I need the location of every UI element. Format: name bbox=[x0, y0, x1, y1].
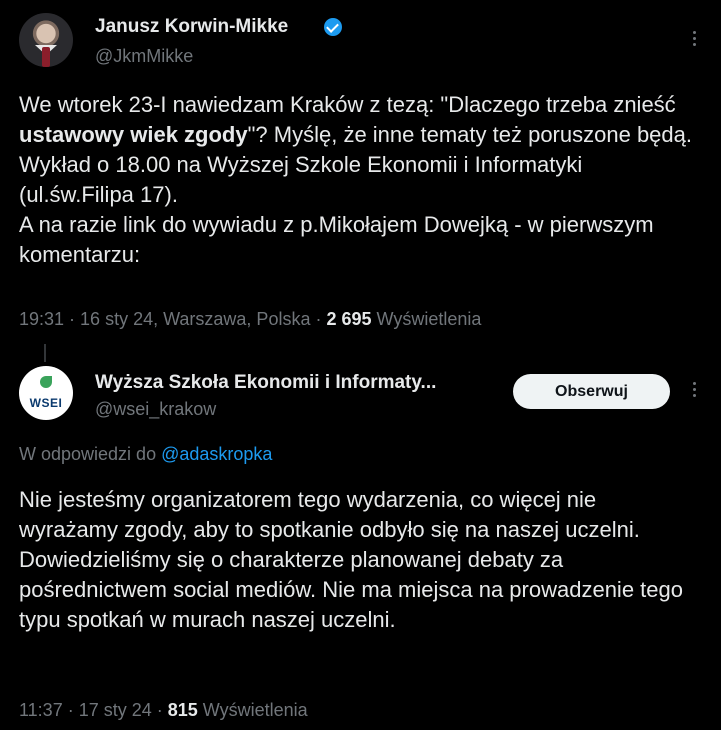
tweet-text: We wtorek 23-I nawiedzam Kraków z tezą: … bbox=[19, 90, 699, 270]
reply-author-name[interactable]: Wyższa Szkoła Ekonomii i Informaty... bbox=[95, 372, 436, 394]
views-count: 2 695 bbox=[326, 309, 372, 329]
tweet-meta: 19:31 · 16 sty 24, Warszawa, Polska · 2 … bbox=[19, 309, 481, 330]
avatar-wsei[interactable]: WSEI bbox=[19, 366, 73, 420]
avatar-tie bbox=[42, 47, 50, 67]
reply-meta: 11:37 · 17 sty 24 · 815 Wyświetlenia bbox=[19, 700, 308, 721]
reply-timestamp[interactable]: 11:37 · 17 sty 24 · bbox=[19, 700, 168, 720]
tweet-text-bold: ustawowy wiek zgody bbox=[19, 122, 248, 147]
verified-badge-icon bbox=[324, 18, 342, 36]
reply-author-handle[interactable]: @wsei_krakow bbox=[95, 399, 216, 420]
author-handle[interactable]: @JkmMikke bbox=[95, 46, 193, 67]
follow-button[interactable]: Obserwuj bbox=[513, 374, 670, 409]
reply-mention-link[interactable]: @adaskropka bbox=[161, 444, 272, 464]
thread-connector bbox=[44, 344, 46, 362]
more-options-icon[interactable] bbox=[693, 382, 697, 400]
avatar-janusz-korwin-mikke[interactable] bbox=[19, 13, 73, 67]
reply-views-count: 815 bbox=[167, 700, 198, 720]
more-options-icon[interactable] bbox=[693, 31, 697, 49]
tweet-timestamp[interactable]: 19:31 · 16 sty 24, Warszawa, Polska · bbox=[19, 309, 326, 329]
tweet-text-part1: We wtorek 23-I nawiedzam Kraków z tezą: … bbox=[19, 92, 676, 117]
author-name[interactable]: Janusz Korwin-Mikke bbox=[95, 16, 288, 38]
reply-tweet-text: Nie jesteśmy organizatorem tego wydarzen… bbox=[19, 487, 683, 632]
views-label: Wyświetlenia bbox=[371, 309, 482, 329]
reply-prefix: W odpowiedzi do bbox=[19, 444, 162, 464]
wsei-logo-text: WSEI bbox=[29, 396, 63, 410]
reply-views-label: Wyświetlenia bbox=[197, 700, 308, 720]
wsei-logo-leaf-icon bbox=[40, 376, 52, 388]
reply-context: W odpowiedzi do @adaskropka bbox=[19, 444, 272, 465]
